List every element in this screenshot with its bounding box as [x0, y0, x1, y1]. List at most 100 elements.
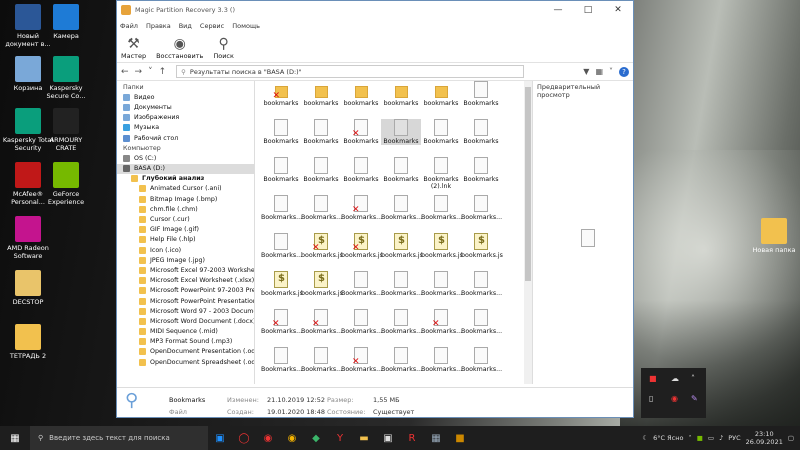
antivirus-icon[interactable]: ■	[649, 374, 657, 383]
tree-item-folder[interactable]: Документы	[117, 102, 254, 112]
tree-item-file-type[interactable]: Microsoft Word Document (.docx)	[117, 316, 254, 326]
file-item[interactable]: Bookmarks...	[341, 271, 382, 297]
file-item[interactable]: Bookmarks...	[381, 347, 422, 373]
menu-edit[interactable]: Правка	[146, 22, 171, 30]
desktop-icon[interactable]: Kaspersky Secure Co...	[40, 56, 92, 100]
tree-item-file-type[interactable]: Help File (.hlp)	[117, 235, 254, 245]
tree-item-folder[interactable]: Видео	[117, 92, 254, 102]
start-button[interactable]: ▦	[0, 433, 30, 444]
tree-item-file-type[interactable]: Icon (.ico)	[117, 245, 254, 255]
file-item[interactable]: bookmarks.js	[461, 233, 503, 259]
restore-button[interactable]: ◉ Восстановить	[156, 36, 203, 60]
file-item[interactable]: Bookmarks	[261, 119, 301, 145]
file-item[interactable]: Bookmarks	[381, 119, 421, 145]
usb-icon[interactable]: ▯	[649, 394, 653, 403]
tree-item-file-type[interactable]: OpenDocument Spreadsheet (.ods)	[117, 357, 254, 367]
file-item[interactable]: Bookmarks...	[461, 347, 502, 373]
file-item[interactable]: Bookmarks...	[421, 347, 462, 373]
tree-item-file-type[interactable]: Cursor (.cur)	[117, 214, 254, 224]
back-icon[interactable]: ←	[121, 67, 129, 77]
file-item[interactable]: bookmarks.js	[381, 233, 423, 259]
network-icon[interactable]: ▭	[708, 434, 714, 442]
tree-item-file-type[interactable]: Animated Cursor (.ani)	[117, 184, 254, 194]
desktop-icon[interactable]: ТЕТРАДЬ 2	[2, 324, 54, 360]
tree-item-file-type[interactable]: Microsoft Word 97 - 2003 Documen	[117, 306, 254, 316]
file-item[interactable]: Bookmarks	[461, 157, 501, 183]
scrollbar-thumb[interactable]	[525, 87, 531, 281]
tree-item-drive-d[interactable]: BASA (D:)	[117, 163, 254, 174]
menu-help[interactable]: Помощь	[232, 22, 260, 30]
recovery-app-icon[interactable]: R	[400, 426, 424, 450]
file-item[interactable]: Bookmarks	[461, 81, 501, 107]
weather-icon[interactable]: ☾	[642, 434, 648, 442]
file-item[interactable]: ✕ Bookmarks	[341, 119, 381, 145]
file-item[interactable]: Bookmarks	[381, 157, 421, 183]
file-item[interactable]: Bookmarks...	[421, 271, 462, 297]
shield-icon[interactable]: ◉	[671, 394, 678, 403]
menu-view[interactable]: Вид	[179, 22, 192, 30]
desktop-icon[interactable]: GeForce Experience	[40, 162, 92, 206]
tree-item-file-type[interactable]: MP3 Format Sound (.mp3)	[117, 337, 254, 347]
partition-app-icon[interactable]: ▦	[424, 426, 448, 450]
yandex-icon[interactable]: Y	[328, 426, 352, 450]
folder-icon[interactable]: ▬	[352, 426, 376, 450]
path-field[interactable]: ⚲ Результаты поиска в "BASA (D:)"	[176, 65, 525, 78]
tree-item-file-type[interactable]: chm.file (.chm)	[117, 204, 254, 214]
menu-file[interactable]: Файл	[120, 22, 138, 30]
tree-item-folder[interactable]: Музыка	[117, 123, 254, 133]
file-item[interactable]: Bookmarks (2).lnk	[421, 157, 461, 190]
file-item[interactable]: ✕ Bookmarks...	[421, 309, 462, 335]
up-icon[interactable]: ↑	[159, 67, 167, 77]
tree-item-deep-analysis[interactable]: Глубокий анализ	[117, 174, 254, 184]
file-item[interactable]: bookmarks	[341, 81, 381, 107]
desktop-icon[interactable]: DECSTOP	[2, 270, 54, 306]
language-indicator[interactable]: РУС	[728, 434, 740, 442]
file-item[interactable]: Bookmarks...	[301, 195, 342, 221]
file-item[interactable]: Bookmarks	[261, 157, 301, 183]
file-item[interactable]: Bookmarks...	[381, 271, 422, 297]
search-button[interactable]: ⚲ Поиск	[213, 36, 234, 60]
desktop-icon[interactable]: AMD Radeon Software	[2, 216, 54, 260]
games-icon[interactable]: ■	[448, 426, 472, 450]
file-item[interactable]: bookmarks.js	[261, 271, 303, 297]
tree-item-file-type[interactable]: JPEG Image (.jpg)	[117, 255, 254, 265]
browser-icon[interactable]: ◉	[256, 426, 280, 450]
chevron-up-icon[interactable]: ˄	[691, 374, 695, 383]
desktop-icon[interactable]: Камера	[40, 4, 92, 40]
tree-item-file-type[interactable]: OpenDocument Presentation (.odp)	[117, 347, 254, 357]
file-item[interactable]: Bookmarks...	[381, 309, 422, 335]
tree-item-file-type[interactable]: Microsoft Excel Worksheet (.xlsx)	[117, 276, 254, 286]
tree-item-folder[interactable]: Изображения	[117, 113, 254, 123]
chevron-down-icon[interactable]: ˅	[609, 67, 613, 77]
tree-item-file-type[interactable]: Microsoft PowerPoint Presentation	[117, 296, 254, 306]
cloud-icon[interactable]: ☁	[671, 374, 679, 383]
tree-item-file-type[interactable]: Microsoft PowerPoint 97-2003 Pres	[117, 286, 254, 296]
nvidia-icon[interactable]: ■	[697, 434, 703, 442]
file-item[interactable]: ✕bookmarks.js	[301, 233, 343, 259]
pen-icon[interactable]: ✎	[691, 394, 698, 403]
wizard-button[interactable]: ⚒ Мастер	[121, 36, 146, 60]
tree-item-file-type[interactable]: Bitmap Image (.bmp)	[117, 194, 254, 204]
file-item[interactable]: ✕ bookmarks	[261, 81, 301, 107]
task-view-icon[interactable]: ▣	[208, 426, 232, 450]
file-item[interactable]: Bookmarks...	[461, 309, 502, 335]
notifications-icon[interactable]: ▢	[788, 434, 794, 442]
filter-icon[interactable]: ▼	[583, 67, 589, 77]
tree-item-folder[interactable]: Рабочий стол	[117, 133, 254, 143]
desktop-icon[interactable]: Новая папка	[748, 218, 800, 254]
file-item[interactable]: bookmarks	[381, 81, 421, 107]
clock[interactable]: 23:10 26.09.2021	[746, 430, 783, 446]
file-item[interactable]: Bookmarks...	[261, 347, 302, 373]
view-icon[interactable]: ▦	[595, 67, 603, 77]
maximize-icon[interactable]: □	[573, 1, 603, 19]
chevron-up-icon[interactable]: ˄	[688, 434, 691, 442]
file-item[interactable]: Bookmarks...	[421, 195, 462, 221]
file-item[interactable]: ✕ Bookmarks...	[341, 195, 382, 221]
close-icon[interactable]: ✕	[603, 1, 633, 19]
file-item[interactable]: Bookmarks...	[381, 195, 422, 221]
weather-text[interactable]: 6°C Ясно	[653, 434, 683, 442]
file-item[interactable]: ✕ Bookmarks...	[301, 309, 342, 335]
file-item[interactable]: Bookmarks	[301, 119, 341, 145]
volume-icon[interactable]: ♪	[719, 434, 723, 442]
file-item[interactable]: ✕ Bookmarks...	[261, 309, 302, 335]
